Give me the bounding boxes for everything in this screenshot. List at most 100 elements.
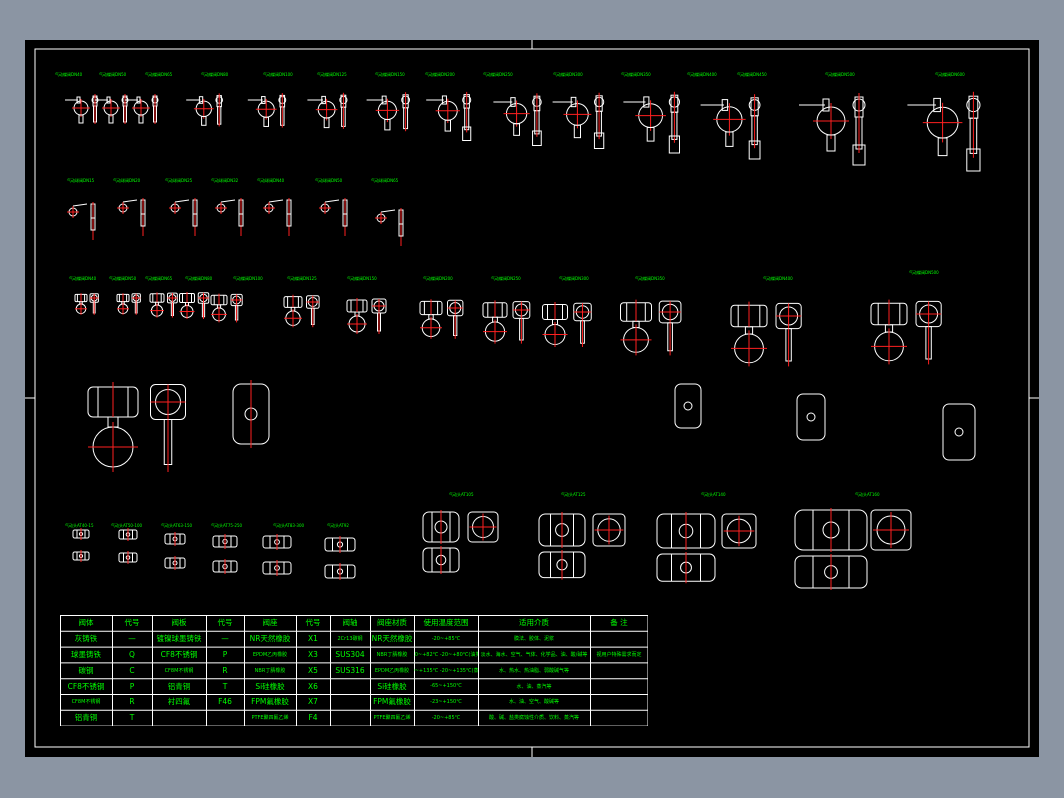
table-cell-1-9: 膜法、胶体、泥浆	[513, 636, 554, 643]
actuator-front-2-port	[806, 412, 816, 422]
table-cell-4-6	[330, 678, 370, 694]
actuator-front-2	[796, 393, 826, 441]
table-cell-3-6: SUS316	[335, 665, 365, 675]
row1-label-13: 气动蝶阀DN500	[825, 72, 855, 77]
table-cell-1-8: -20~+85℃	[431, 635, 461, 642]
table-cell-3-3: R	[222, 665, 228, 675]
table-cell-2-3: P	[222, 649, 228, 659]
drawing-sheet: 气动蝶阀DN40 气动蝶阀DN50 气动蝶阀DN65 气动蝶阀DN80 气动蝶阀DN10…	[25, 40, 1039, 757]
table-header-4: 阀座	[262, 618, 278, 628]
row3-label-11: 气动蝶阀DN400	[763, 276, 793, 281]
ball-valve-6-lever	[380, 209, 396, 213]
ball-valve-0-lever	[72, 203, 88, 207]
row4-small-label-2: 气动头AT63-150	[161, 523, 193, 528]
row2-label-3: 气动球阀DN32	[211, 178, 239, 183]
row1-label-12: 气动蝶阀DN450	[737, 72, 767, 77]
table-cell-6-3	[206, 710, 244, 726]
row1-label-10: 气动蝶阀DN350	[621, 72, 651, 77]
table-cell-1-2: 镀镍球墨铸铁	[156, 634, 202, 644]
row4-large-label-1: 气动头AT125	[561, 492, 586, 497]
actuator-front-1	[674, 383, 702, 429]
row4-small-label-3: 气动头AT75-250	[211, 523, 243, 528]
table-cell-2-5: X3	[308, 649, 318, 659]
table-cell-1-1: —	[128, 634, 136, 644]
table-cell-4-2: 铝青铜	[167, 681, 191, 691]
table-header-3: 代号	[217, 618, 233, 628]
row1-label-14: 气动蝶阀DN600	[935, 72, 965, 77]
row3-label-5: 气动蝶阀DN125	[287, 276, 317, 281]
table-header-7: 阀座材质	[377, 618, 407, 628]
actuator-front-3-port	[954, 427, 964, 437]
table-header-1: 代号	[124, 618, 140, 628]
table-cell-1-7: NR天然橡胶	[371, 634, 413, 644]
row1-label-2: 气动蝶阀DN65	[145, 72, 173, 77]
table-cell-3-1: C	[129, 665, 135, 675]
ball-valve-4-lever	[268, 199, 284, 203]
table-cell-2-9: 淡水、海水、空气、气体、化学品、油、酸/碱等	[480, 651, 588, 658]
row2-label-2: 气动球阀DN25	[165, 178, 193, 183]
row2-label-4: 气动球阀DN40	[257, 178, 285, 183]
table-cell-3-5: X5	[308, 665, 318, 675]
table-cell-1-3: —	[221, 634, 229, 644]
table-cell-6-1: T	[129, 713, 135, 723]
ball-valve-3-lever	[220, 199, 236, 203]
row3-label-3: 气动蝶阀DN80	[185, 276, 213, 281]
table-cell-3-4: NBR丁腈橡胶	[254, 667, 286, 674]
table-header-9: 适用介质	[519, 618, 549, 628]
table-cell-5-6	[330, 694, 370, 710]
row4-large-label-3: 气动头AT160	[855, 492, 880, 497]
row4-small-label-1: 气动头AT50-100	[111, 523, 143, 528]
row1-label-1: 气动蝶阀DN50	[99, 72, 127, 77]
table-cell-5-0: CF8M不锈钢	[71, 699, 101, 706]
table-cell-5-2: 衬四氟	[167, 697, 191, 707]
table-cell-4-10	[590, 678, 648, 694]
row1-label-4: 气动蝶阀DN100	[263, 72, 293, 77]
table-cell-5-1: R	[129, 697, 135, 707]
row1-label-6: 气动蝶阀DN150	[375, 72, 405, 77]
row4-small-label-4: 气动头AT83-300	[273, 523, 305, 528]
table-cell-5-3: F46	[218, 697, 232, 707]
table-header-6: 阀轴	[342, 618, 358, 628]
table-cell-4-0: CF8不锈钢	[67, 681, 105, 691]
row4-large-label-0: 气动头AT105	[449, 492, 474, 497]
table-cell-6-0: 铝青铜	[74, 713, 98, 723]
row3-label-8: 气动蝶阀DN250	[491, 276, 521, 281]
table-cell-4-7: Si硅橡胶	[377, 681, 407, 691]
table-cell-2-6: SUS304	[335, 649, 365, 659]
table-cell-4-4: Si硅橡胶	[255, 681, 285, 691]
row1-label-9: 气动蝶阀DN300	[553, 72, 583, 77]
table-cell-1-0: 灰铸铁	[74, 634, 98, 644]
row3-label-1: 气动蝶阀DN50	[109, 276, 137, 281]
table-cell-2-4: EPDM乙丙橡胶	[252, 651, 288, 658]
table-cell-6-7: PTFE聚四氟乙烯	[373, 715, 411, 722]
table-cell-6-8: -20~+85℃	[431, 714, 461, 721]
row4-small-label-5: 气动头AT92	[327, 523, 349, 528]
table-cell-5-5: X7	[308, 697, 318, 707]
table-cell-6-9: 酸、碱、盐类腐蚀性介质、饮料、蒸汽等	[488, 715, 579, 722]
row1-label-5: 气动蝶阀DN125	[317, 72, 347, 77]
row3-label-4: 气动蝶阀DN100	[233, 276, 263, 281]
table-cell-6-2	[152, 710, 206, 726]
table-cell-4-3: T	[222, 681, 228, 691]
table-cell-4-8: -65~+150℃	[430, 683, 462, 690]
table-cell-3-10	[590, 662, 648, 678]
row2-label-6: 气动球阀DN65	[371, 178, 399, 183]
row3-label-9: 气动蝶阀DN300	[559, 276, 589, 281]
ball-valve-5-lever	[324, 199, 340, 203]
table-cell-5-8: -23~+150℃	[430, 698, 462, 705]
actuator-front-3	[942, 403, 976, 461]
table-cell-6-5: F4	[308, 713, 318, 723]
table-cell-3-8: -40~+135℃ -20~+135℃(蒸汽)	[414, 667, 478, 674]
row3-label-0: 气动蝶阀DN40	[69, 276, 97, 281]
table-header-8: 使用温度范围	[423, 618, 469, 628]
table-cell-2-10: 视用户特殊需求而定	[596, 651, 642, 658]
table-cell-3-2: CF8M不锈钢	[164, 667, 194, 674]
table-cell-5-7: FPM氟橡胶	[373, 697, 411, 707]
row3-label-2: 气动蝶阀DN65	[145, 276, 173, 281]
table-cell-2-8: -10~+82℃ -20~+80℃(油类)	[414, 651, 478, 658]
material-spec-table: 阀体 代号 阀板 代号 阀座 代号 阀轴 阀座材质 使用温度范围 适用介质 备 注灰铸铁 — 镀镍球墨铸…	[60, 615, 648, 726]
table-cell-6-10	[590, 710, 648, 726]
table-cell-4-9: 水、油、蒸汽等	[516, 683, 552, 690]
table-cell-6-6	[330, 710, 370, 726]
table-cell-4-1: P	[129, 681, 135, 691]
